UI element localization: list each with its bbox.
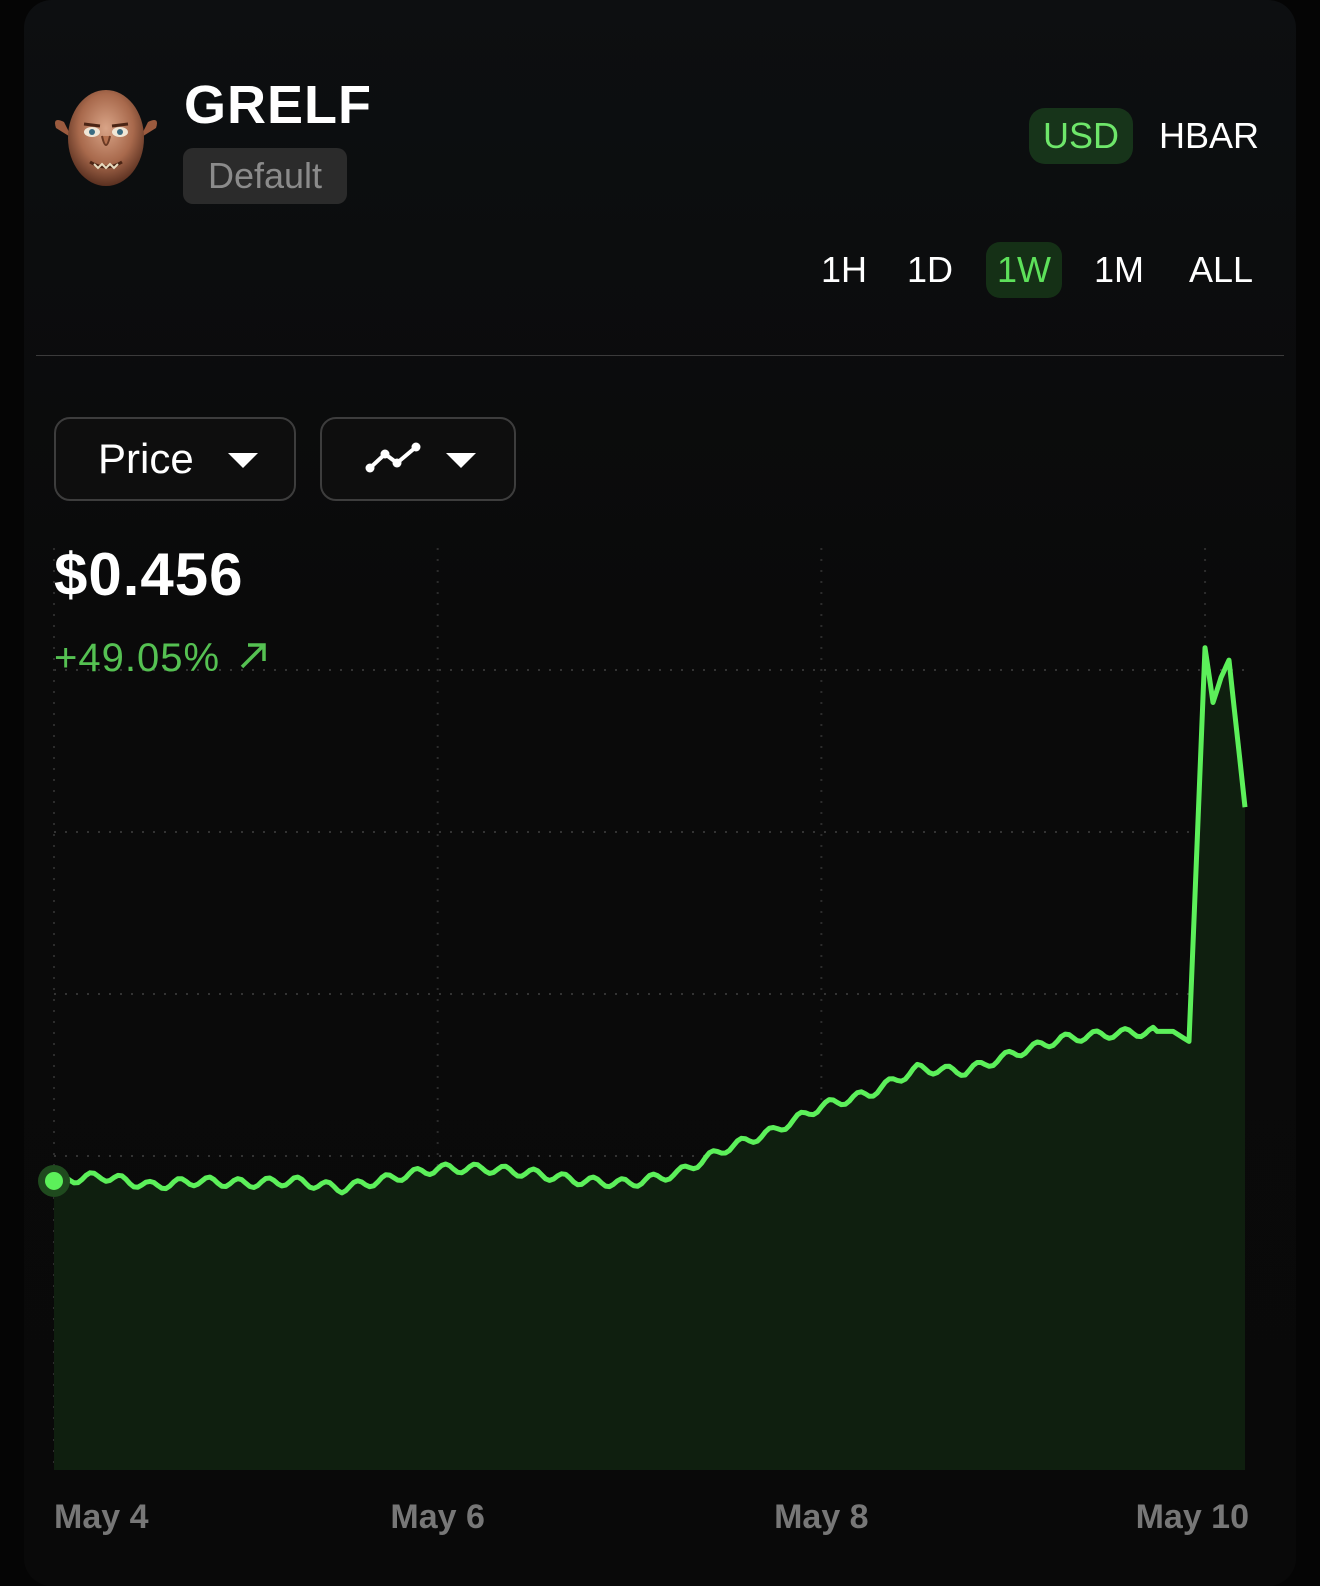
chart-area — [54, 647, 1245, 1470]
price-change-value: +49.05% — [54, 636, 221, 680]
price-change: +49.05% — [54, 636, 270, 681]
metric-dropdown[interactable]: Price — [54, 417, 296, 501]
x-tick-label: May 10 — [1136, 1498, 1249, 1536]
token-card: GRELF Default USD HBAR 1H 1D 1W 1M ALL M… — [24, 0, 1296, 1586]
arrow-up-right-icon — [240, 643, 266, 669]
chevron-down-icon — [228, 453, 258, 468]
start-point — [45, 1171, 63, 1190]
chevron-down-icon — [446, 453, 476, 468]
chart-type-dropdown[interactable] — [320, 417, 516, 501]
x-tick-label: May 4 — [54, 1498, 149, 1536]
x-tick-label: May 8 — [774, 1498, 869, 1536]
x-tick-label: May 6 — [390, 1498, 485, 1536]
price-chart[interactable]: May 4 May 6 May 8 May 10 — [24, 0, 1296, 1586]
metric-dropdown-label: Price — [98, 435, 194, 482]
line-chart-icon — [365, 442, 421, 473]
current-price: $0.456 — [54, 541, 244, 608]
